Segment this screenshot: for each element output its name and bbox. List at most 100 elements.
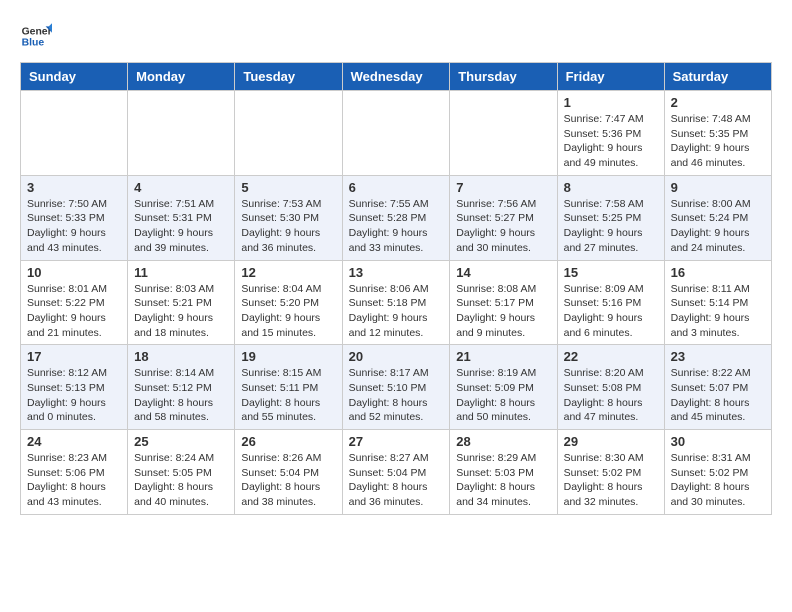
calendar-table: SundayMondayTuesdayWednesdayThursdayFrid…	[20, 62, 772, 515]
day-number: 2	[671, 95, 765, 110]
day-number: 30	[671, 434, 765, 449]
day-number: 25	[134, 434, 228, 449]
calendar-cell	[342, 91, 450, 176]
week-row-5: 24 Sunrise: 8:23 AM Sunset: 5:06 PM Dayli…	[21, 430, 772, 515]
day-info: Sunrise: 8:04 AM Sunset: 5:20 PM Dayligh…	[241, 282, 335, 341]
week-row-4: 17Sunrise: 8:12 AM Sunset: 5:13 PM Dayli…	[21, 345, 772, 430]
calendar-cell: 1 Sunrise: 7:47 AM Sunset: 5:36 PM Daylig…	[557, 91, 664, 176]
weekday-header-friday: Friday	[557, 63, 664, 91]
calendar-cell	[128, 91, 235, 176]
calendar-cell: 30Sunrise: 8:31 AM Sunset: 5:02 PM Dayli…	[664, 430, 771, 515]
day-info: Sunrise: 7:48 AM Sunset: 5:35 PM Dayligh…	[671, 112, 765, 171]
day-info: Sunrise: 7:53 AM Sunset: 5:30 PM Dayligh…	[241, 197, 335, 256]
page-header: General Blue	[20, 20, 772, 52]
svg-text:Blue: Blue	[22, 38, 45, 49]
day-info: Sunrise: 7:58 AM Sunset: 5:25 PM Dayligh…	[564, 197, 658, 256]
day-info: Sunrise: 8:15 AM Sunset: 5:11 PM Dayligh…	[241, 366, 335, 425]
calendar-cell: 21 Sunrise: 8:19 AM Sunset: 5:09 PM Dayli…	[450, 345, 557, 430]
weekday-header-sunday: Sunday	[21, 63, 128, 91]
calendar-cell: 17Sunrise: 8:12 AM Sunset: 5:13 PM Dayli…	[21, 345, 128, 430]
weekday-header-thursday: Thursday	[450, 63, 557, 91]
day-info: Sunrise: 8:14 AM Sunset: 5:12 PM Dayligh…	[134, 366, 228, 425]
weekday-header-row: SundayMondayTuesdayWednesdayThursdayFrid…	[21, 63, 772, 91]
day-info: Sunrise: 8:12 AM Sunset: 5:13 PM Dayligh…	[27, 366, 121, 425]
calendar-cell: 12 Sunrise: 8:04 AM Sunset: 5:20 PM Dayli…	[235, 260, 342, 345]
logo: General Blue	[20, 20, 52, 52]
day-number: 19	[241, 349, 335, 364]
calendar-cell	[450, 91, 557, 176]
day-info: Sunrise: 8:08 AM Sunset: 5:17 PM Dayligh…	[456, 282, 550, 341]
day-number: 9	[671, 180, 765, 195]
day-number: 4	[134, 180, 228, 195]
weekday-header-saturday: Saturday	[664, 63, 771, 91]
calendar-cell: 22 Sunrise: 8:20 AM Sunset: 5:08 PM Dayli…	[557, 345, 664, 430]
day-info: Sunrise: 7:56 AM Sunset: 5:27 PM Dayligh…	[456, 197, 550, 256]
calendar-cell: 16 Sunrise: 8:11 AM Sunset: 5:14 PM Dayli…	[664, 260, 771, 345]
day-info: Sunrise: 8:23 AM Sunset: 5:06 PM Dayligh…	[27, 451, 121, 510]
day-info: Sunrise: 8:22 AM Sunset: 5:07 PM Dayligh…	[671, 366, 765, 425]
calendar-cell: 13 Sunrise: 8:06 AM Sunset: 5:18 PM Dayli…	[342, 260, 450, 345]
calendar-cell: 28Sunrise: 8:29 AM Sunset: 5:03 PM Dayli…	[450, 430, 557, 515]
day-number: 13	[349, 265, 444, 280]
day-info: Sunrise: 7:55 AM Sunset: 5:28 PM Dayligh…	[349, 197, 444, 256]
calendar-cell: 15 Sunrise: 8:09 AM Sunset: 5:16 PM Dayli…	[557, 260, 664, 345]
weekday-header-wednesday: Wednesday	[342, 63, 450, 91]
calendar-cell: 26 Sunrise: 8:26 AM Sunset: 5:04 PM Dayli…	[235, 430, 342, 515]
day-number: 16	[671, 265, 765, 280]
day-number: 12	[241, 265, 335, 280]
day-info: Sunrise: 8:24 AM Sunset: 5:05 PM Dayligh…	[134, 451, 228, 510]
calendar-cell: 29 Sunrise: 8:30 AM Sunset: 5:02 PM Dayli…	[557, 430, 664, 515]
day-number: 3	[27, 180, 121, 195]
day-number: 15	[564, 265, 658, 280]
day-info: Sunrise: 8:03 AM Sunset: 5:21 PM Dayligh…	[134, 282, 228, 341]
day-number: 18	[134, 349, 228, 364]
day-number: 7	[456, 180, 550, 195]
day-number: 24	[27, 434, 121, 449]
calendar-cell: 25 Sunrise: 8:24 AM Sunset: 5:05 PM Dayli…	[128, 430, 235, 515]
day-info: Sunrise: 7:51 AM Sunset: 5:31 PM Dayligh…	[134, 197, 228, 256]
day-info: Sunrise: 8:11 AM Sunset: 5:14 PM Dayligh…	[671, 282, 765, 341]
day-info: Sunrise: 8:00 AM Sunset: 5:24 PM Dayligh…	[671, 197, 765, 256]
calendar-cell: 11 Sunrise: 8:03 AM Sunset: 5:21 PM Dayli…	[128, 260, 235, 345]
logo-icon: General Blue	[20, 20, 52, 52]
day-info: Sunrise: 8:26 AM Sunset: 5:04 PM Dayligh…	[241, 451, 335, 510]
day-info: Sunrise: 8:17 AM Sunset: 5:10 PM Dayligh…	[349, 366, 444, 425]
day-number: 20	[349, 349, 444, 364]
calendar-cell: 9 Sunrise: 8:00 AM Sunset: 5:24 PM Daylig…	[664, 175, 771, 260]
weekday-header-tuesday: Tuesday	[235, 63, 342, 91]
day-number: 29	[564, 434, 658, 449]
day-info: Sunrise: 8:30 AM Sunset: 5:02 PM Dayligh…	[564, 451, 658, 510]
calendar-cell: 10 Sunrise: 8:01 AM Sunset: 5:22 PM Dayli…	[21, 260, 128, 345]
calendar-cell	[21, 91, 128, 176]
day-number: 27	[349, 434, 444, 449]
day-info: Sunrise: 8:09 AM Sunset: 5:16 PM Dayligh…	[564, 282, 658, 341]
day-info: Sunrise: 8:27 AM Sunset: 5:04 PM Dayligh…	[349, 451, 444, 510]
day-number: 26	[241, 434, 335, 449]
day-number: 1	[564, 95, 658, 110]
day-number: 14	[456, 265, 550, 280]
day-info: Sunrise: 8:19 AM Sunset: 5:09 PM Dayligh…	[456, 366, 550, 425]
day-number: 28	[456, 434, 550, 449]
calendar-cell: 27 Sunrise: 8:27 AM Sunset: 5:04 PM Dayli…	[342, 430, 450, 515]
day-number: 8	[564, 180, 658, 195]
day-info: Sunrise: 8:01 AM Sunset: 5:22 PM Dayligh…	[27, 282, 121, 341]
calendar-cell: 20 Sunrise: 8:17 AM Sunset: 5:10 PM Dayli…	[342, 345, 450, 430]
day-number: 11	[134, 265, 228, 280]
calendar-cell: 24 Sunrise: 8:23 AM Sunset: 5:06 PM Dayli…	[21, 430, 128, 515]
calendar-cell: 23 Sunrise: 8:22 AM Sunset: 5:07 PM Dayli…	[664, 345, 771, 430]
day-info: Sunrise: 8:20 AM Sunset: 5:08 PM Dayligh…	[564, 366, 658, 425]
week-row-1: 1 Sunrise: 7:47 AM Sunset: 5:36 PM Daylig…	[21, 91, 772, 176]
day-number: 23	[671, 349, 765, 364]
week-row-3: 10 Sunrise: 8:01 AM Sunset: 5:22 PM Dayli…	[21, 260, 772, 345]
day-info: Sunrise: 7:47 AM Sunset: 5:36 PM Dayligh…	[564, 112, 658, 171]
calendar-cell: 6 Sunrise: 7:55 AM Sunset: 5:28 PM Daylig…	[342, 175, 450, 260]
day-number: 10	[27, 265, 121, 280]
calendar-cell: 7 Sunrise: 7:56 AM Sunset: 5:27 PM Daylig…	[450, 175, 557, 260]
day-number: 6	[349, 180, 444, 195]
day-info: Sunrise: 7:50 AM Sunset: 5:33 PM Dayligh…	[27, 197, 121, 256]
calendar-cell: 19 Sunrise: 8:15 AM Sunset: 5:11 PM Dayli…	[235, 345, 342, 430]
week-row-2: 3 Sunrise: 7:50 AM Sunset: 5:33 PM Daylig…	[21, 175, 772, 260]
day-number: 22	[564, 349, 658, 364]
day-info: Sunrise: 8:06 AM Sunset: 5:18 PM Dayligh…	[349, 282, 444, 341]
day-number: 21	[456, 349, 550, 364]
